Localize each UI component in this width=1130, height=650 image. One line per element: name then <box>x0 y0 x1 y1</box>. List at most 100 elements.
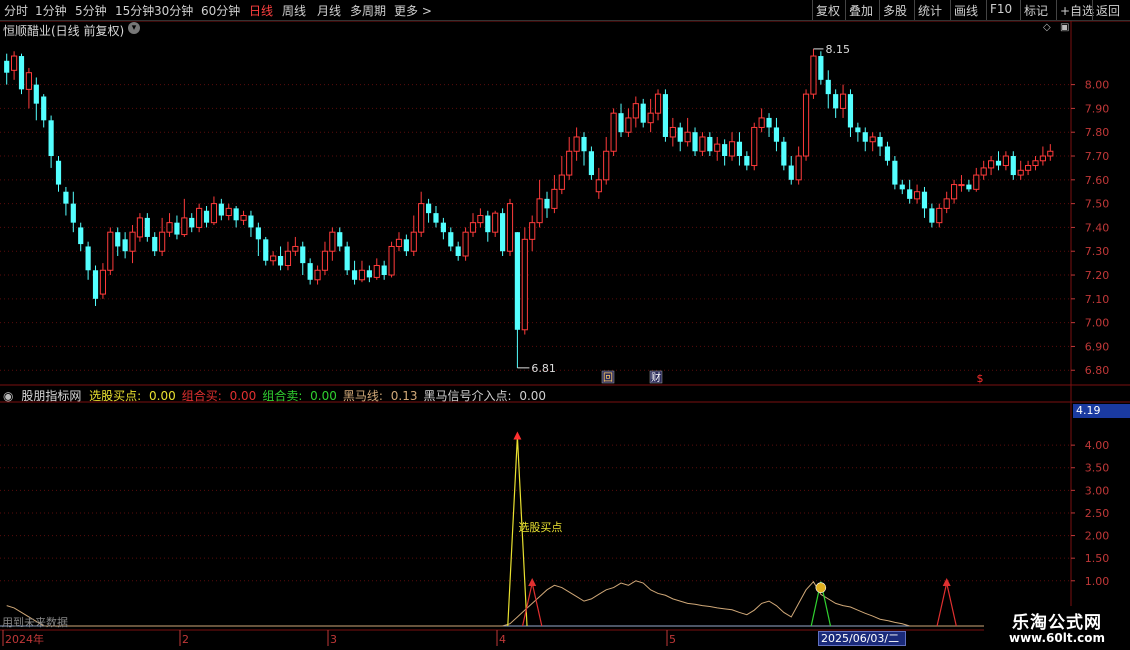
period-tab-1[interactable]: 1分钟 <box>35 2 67 19</box>
indicator-title: ◉ 股朋指标网 选股买点: 0.00 组合买: 0.00 组合卖: 0.00 黑马线:… <box>3 387 556 404</box>
tool-button-2[interactable]: 多股 <box>883 2 907 19</box>
chevron-down-icon[interactable]: ▾ <box>128 22 140 34</box>
period-tab-2[interactable]: 5分钟 <box>75 2 107 19</box>
finance-marker: 财 <box>651 371 661 384</box>
combo-buy-spike-1-arrow <box>942 578 951 587</box>
indicator-label-2: 组合卖: <box>262 389 307 403</box>
window-icon[interactable]: ▣ <box>1060 22 1069 33</box>
candle-body-up <box>669 126 676 138</box>
candle-body-down <box>351 270 358 280</box>
candle-body-down <box>55 160 62 185</box>
candle-body-down <box>233 208 239 221</box>
candle-body-down <box>892 160 898 185</box>
period-toolbar: 分时 1分钟 5分钟 15分钟 30分钟 60分钟 日线 周线 月线 多周期 更多 > 复权 叠加 多股统… <box>0 0 1130 21</box>
candle-body-up <box>225 207 232 217</box>
candle-body-down <box>862 132 868 142</box>
price-tick-label: 7.60 <box>1085 174 1110 187</box>
period-tab-5[interactable]: 60分钟 <box>201 2 240 19</box>
candle-body-up <box>536 198 543 224</box>
candle-body-down <box>122 239 128 252</box>
indicator-tick-label: 3.50 <box>1085 462 1110 475</box>
candle-body-down <box>921 191 928 209</box>
indicator-tick-label: 1.50 <box>1085 552 1110 565</box>
candle-body-up <box>462 231 469 257</box>
candle-body-up <box>684 131 691 143</box>
indicator-tick-label: 4.00 <box>1085 439 1110 452</box>
candle-body-down <box>707 136 713 152</box>
candle-body-down <box>85 246 91 271</box>
period-tab-4[interactable]: 30分钟 <box>154 2 193 19</box>
candle-body-down <box>300 246 306 264</box>
candle-body-up <box>595 179 602 193</box>
tool-button-0[interactable]: 复权 <box>816 2 840 19</box>
period-tab-3[interactable]: 15分钟 <box>115 2 154 19</box>
candle-body-up <box>107 231 114 271</box>
candle-body-down <box>33 84 39 104</box>
candle-body-up <box>566 150 573 176</box>
candle-body-up <box>210 203 218 224</box>
candle-body-down <box>544 198 550 209</box>
high-price-label: 8.15 <box>825 43 850 56</box>
candle-body-up <box>529 222 536 240</box>
candle-body-down <box>833 94 839 109</box>
tool-button-1[interactable]: 叠加 <box>849 2 873 19</box>
candle-body-up <box>492 212 499 233</box>
indicator-collapse-icon[interactable]: ◉ <box>3 389 13 403</box>
candle-body-up <box>980 167 987 176</box>
price-tick-label: 6.90 <box>1085 340 1110 353</box>
candle-body-down <box>899 184 905 190</box>
price-tick-label: 7.20 <box>1085 269 1110 282</box>
toolbar-divider <box>1056 0 1057 20</box>
candle-body-down <box>677 127 683 142</box>
candle-body-up <box>699 136 706 152</box>
candle-body-up <box>11 55 18 71</box>
date-label: 2024年 <box>5 632 44 646</box>
tool-button-6[interactable]: 标记 <box>1024 2 1048 19</box>
price-tick-label: 7.00 <box>1085 317 1110 330</box>
candle-body-down <box>692 132 698 152</box>
indicator-tick-label: 2.50 <box>1085 507 1110 520</box>
candle-body-up <box>395 238 403 247</box>
candle-body-down <box>722 144 728 157</box>
candle-body-down <box>736 141 743 157</box>
period-tab-9[interactable]: 多周期 <box>350 2 386 19</box>
candle-body-up <box>950 184 958 200</box>
tool-button-5[interactable]: F10 <box>990 2 1012 16</box>
candle-body-up <box>987 160 995 169</box>
candle-body-down <box>425 203 432 214</box>
candle-body-down <box>773 127 780 142</box>
indicator-value-4: 0.00 <box>519 389 547 403</box>
date-label: 2 <box>182 633 189 646</box>
candle-body-down <box>744 156 750 166</box>
chart-canvas[interactable]: 8.15 6.81 回 财 $ 8.00 7.90 7.80 7.70 7.60 7.50 7.40… <box>0 0 1130 650</box>
candle-body-up <box>292 245 299 252</box>
candle-body-up <box>240 215 247 221</box>
candle-body-up <box>181 217 188 236</box>
candle-body-up <box>973 174 980 190</box>
candle-body-down <box>766 117 772 128</box>
tool-button-7[interactable]: +自选 <box>1060 2 1094 19</box>
candle-body-down <box>995 160 1002 166</box>
diamond-icon[interactable]: ◇ <box>1043 22 1051 33</box>
period-tab-0[interactable]: 分时 <box>4 2 28 19</box>
tool-button-4[interactable]: 画线 <box>954 2 978 19</box>
candle-body-up <box>654 93 662 114</box>
candle-body-up <box>1032 160 1039 167</box>
indicator-label-1: 组合买: <box>181 389 226 403</box>
tool-button-3[interactable]: 统计 <box>918 2 942 19</box>
money-bag-icon <box>815 582 827 593</box>
indicator-value-0: 0.00 <box>149 389 176 403</box>
candle-body-up <box>1047 150 1054 157</box>
candle-body-up <box>129 231 136 252</box>
price-axis: 8.00 7.90 7.80 7.70 7.60 7.50 7.40 7.30 7.20 7.10… <box>1071 79 1110 377</box>
period-tab-7[interactable]: 周线 <box>282 2 306 19</box>
candle-body-down <box>966 184 972 190</box>
candle-body-down <box>618 113 624 133</box>
period-tab-6[interactable]: 日线 <box>249 2 273 19</box>
candle-body-down <box>381 265 387 276</box>
tool-button-8[interactable]: 返回 <box>1096 2 1120 19</box>
toolbar-divider <box>879 0 880 20</box>
period-tab-10[interactable]: 更多 > <box>394 2 432 19</box>
candle-body-down <box>78 227 84 245</box>
period-tab-8[interactable]: 月线 <box>317 2 341 19</box>
